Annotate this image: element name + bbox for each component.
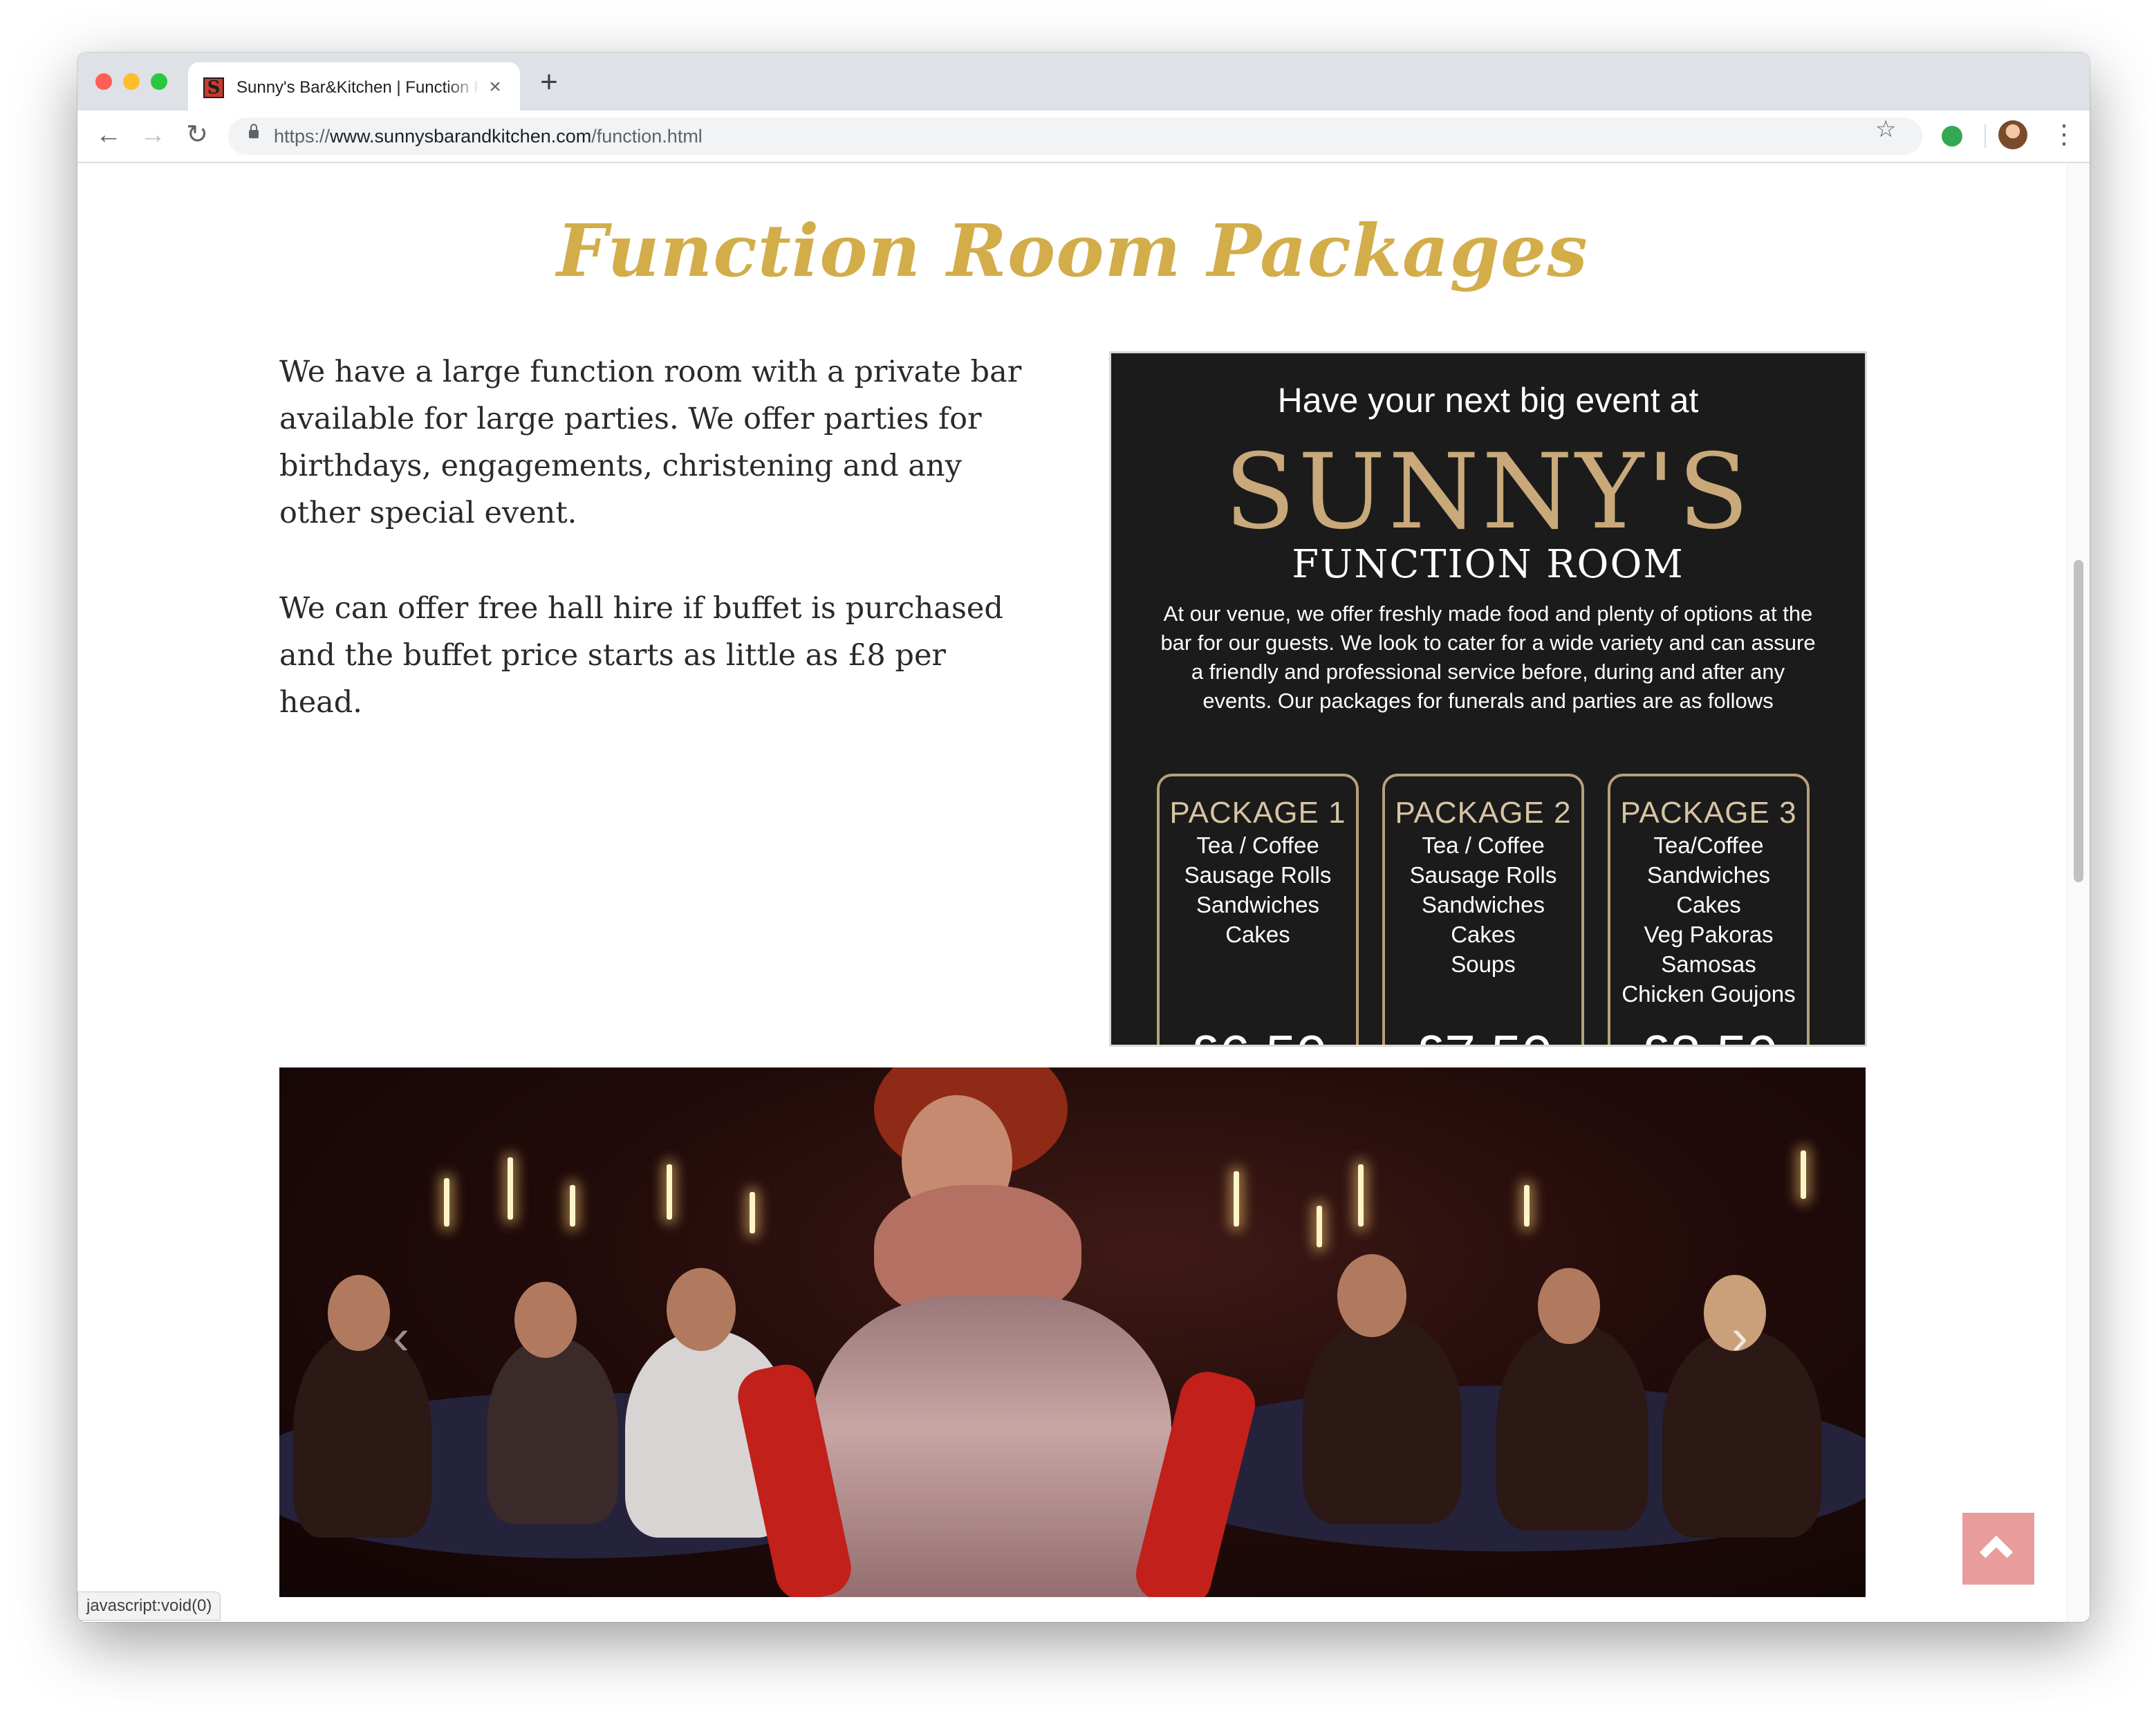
minimize-window-button[interactable] <box>123 73 140 90</box>
candle-light <box>1317 1206 1322 1247</box>
audience-face <box>667 1268 736 1351</box>
page-title: Function Room Packages <box>557 208 1588 293</box>
more-menu-icon[interactable]: ⋮ <box>2051 118 2077 152</box>
profile-avatar[interactable] <box>1998 120 2027 149</box>
page-viewport: Function Room Packages We have a large f… <box>77 163 2090 1622</box>
extension-icon[interactable] <box>1942 126 1962 147</box>
package-item: Samosas <box>1661 951 1756 977</box>
zoom-window-button[interactable] <box>151 73 167 90</box>
carousel-prev-icon[interactable]: ‹ <box>380 1309 422 1365</box>
back-arrow-icon[interactable]: ← <box>91 118 126 152</box>
package-item: Sausage Rolls <box>1184 862 1332 888</box>
package-card: PACKAGE 1 Tea / Coffee Sausage Rolls San… <box>1157 774 1359 1045</box>
carousel-next-icon[interactable]: › <box>1719 1309 1760 1365</box>
new-tab-button[interactable]: + <box>534 67 564 98</box>
function-room-flyer: Have your next big event at SUNNY'S FUNC… <box>1109 351 1867 1047</box>
scrollbar-thumb[interactable] <box>2074 560 2083 882</box>
intro-paragraph: We can offer free hall hire if buffet is… <box>279 591 1003 720</box>
url-path: /function.html <box>591 126 703 147</box>
package-items: Tea / Coffee Sausage Rolls Sandwiches Ca… <box>1160 830 1356 949</box>
flyer-brand: SUNNY'S <box>1224 432 1752 552</box>
tab-title-fade <box>445 73 480 101</box>
package-item: Veg Pakoras <box>1644 922 1774 947</box>
audience-member <box>1303 1316 1462 1524</box>
intro-paragraph: We have a large function room with a pri… <box>279 355 1022 530</box>
package-title: PACKAGE 1 <box>1169 796 1346 830</box>
candle-light <box>444 1178 449 1227</box>
package-item: Tea / Coffee <box>1196 832 1319 858</box>
candle-light <box>1801 1150 1806 1199</box>
package-item: Sandwiches <box>1422 892 1545 917</box>
candle-light <box>570 1185 575 1227</box>
reload-icon[interactable]: ↻ <box>180 118 214 152</box>
tab-title: Sunny's Bar&Kitchen | Function Room <box>236 78 480 97</box>
audience-face <box>1538 1268 1600 1344</box>
back-to-top-button[interactable] <box>1962 1513 2034 1585</box>
url-host: www.sunnysbarandkitchen.com <box>330 126 592 147</box>
package-title: PACKAGE 2 <box>1395 796 1572 830</box>
package-item: Tea/Coffee <box>1653 832 1764 858</box>
candle-light <box>508 1157 513 1220</box>
package-item: Sandwiches <box>1647 862 1770 888</box>
package-items: Tea / Coffee Sausage Rolls Sandwiches Ca… <box>1385 830 1581 979</box>
package-item: Sausage Rolls <box>1409 862 1557 888</box>
package-item: Cakes <box>1451 922 1516 947</box>
package-card: PACKAGE 2 Tea / Coffee Sausage Rolls San… <box>1382 774 1584 1045</box>
url-text[interactable]: https://www.sunnysbarandkitchen.com/func… <box>274 125 703 147</box>
package-item: Soups <box>1451 951 1516 977</box>
package-card: PACKAGE 3 Tea/Coffee Sandwiches Cakes Ve… <box>1608 774 1810 1045</box>
audience-member <box>1496 1323 1648 1531</box>
candle-light <box>750 1192 755 1233</box>
lock-icon[interactable] <box>249 124 259 138</box>
package-title: PACKAGE 3 <box>1620 796 1797 830</box>
audience-face <box>1337 1254 1406 1337</box>
package-item: Cakes <box>1225 922 1290 947</box>
package-price: £8.50 <box>1610 1024 1807 1045</box>
forward-arrow-icon[interactable]: → <box>136 118 170 152</box>
page-scrollbar[interactable] <box>2067 163 2090 1622</box>
close-tab-icon[interactable]: × <box>484 76 506 98</box>
bookmark-star-icon[interactable]: ☆ <box>1875 115 1896 144</box>
package-item: Tea / Coffee <box>1422 832 1545 858</box>
candle-light <box>1358 1164 1364 1227</box>
package-price: £6.50 <box>1160 1024 1356 1045</box>
audience-member <box>487 1337 618 1524</box>
site-favicon-icon: S <box>203 77 224 98</box>
address-bar[interactable]: https://www.sunnysbarandkitchen.com/func… <box>228 118 1922 155</box>
status-bar-url: javascript:void(0) <box>77 1592 221 1621</box>
candle-light <box>1234 1171 1239 1227</box>
flyer-headline: Have your next big event at <box>1277 381 1699 420</box>
browser-tab-active[interactable]: S Sunny's Bar&Kitchen | Function Room × <box>188 62 520 111</box>
url-scheme: https:// <box>274 126 331 147</box>
candle-light <box>667 1164 672 1220</box>
package-item: Sandwiches <box>1196 892 1319 917</box>
browser-toolbar: ← → ↻ https://www.sunnysbarandkitchen.co… <box>77 111 2090 163</box>
package-item: Cakes <box>1676 892 1741 917</box>
event-photo-carousel[interactable]: ‹ › <box>279 1067 1866 1597</box>
browser-window: S Sunny's Bar&Kitchen | Function Room × … <box>77 53 2090 1622</box>
package-items: Tea/Coffee Sandwiches Cakes Veg Pakoras … <box>1610 830 1807 1009</box>
flyer-subtitle: FUNCTION ROOM <box>1292 542 1684 587</box>
tab-strip: S Sunny's Bar&Kitchen | Function Room × … <box>77 53 2090 111</box>
candle-light <box>1524 1185 1530 1227</box>
package-price: £7.50 <box>1385 1024 1581 1045</box>
flyer-description: At our venue, we offer freshly made food… <box>1160 601 1816 713</box>
package-item: Chicken Goujons <box>1621 981 1796 1007</box>
toolbar-divider <box>1985 124 1986 148</box>
close-window-button[interactable] <box>95 73 112 90</box>
audience-face <box>514 1282 577 1358</box>
performer-corset <box>812 1296 1171 1597</box>
